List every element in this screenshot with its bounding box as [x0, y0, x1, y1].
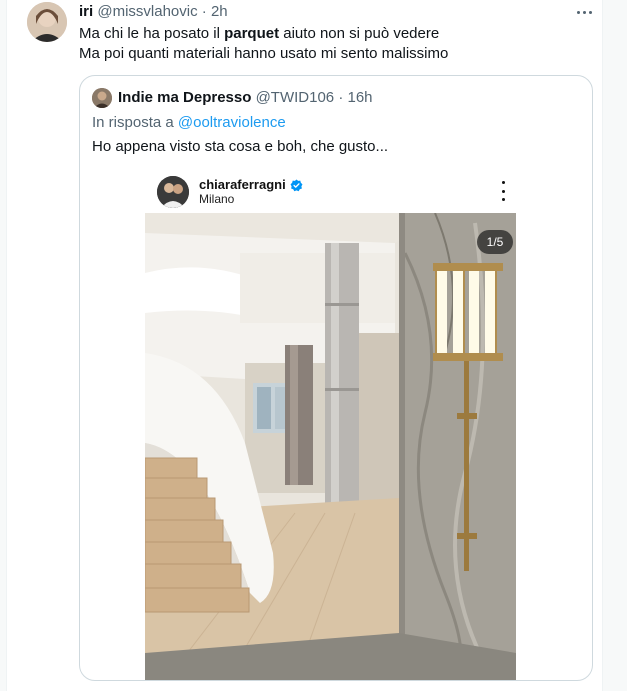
separator-dot: ·: [201, 3, 207, 20]
author-name[interactable]: iri: [79, 3, 93, 20]
instagram-location: Milano: [199, 192, 235, 206]
author-avatar[interactable]: [27, 2, 67, 42]
reply-context: In risposta a @ooltraviolence: [92, 114, 286, 131]
tweet-text-line1: Ma chi le ha posato il parquet aiuto non…: [79, 25, 440, 42]
more-horizontal-icon[interactable]: [573, 4, 595, 20]
interior-photo: [145, 213, 516, 680]
tweet-text: Ma chi le ha posato il parquet aiuto non…: [79, 24, 589, 64]
tweet-text-bold: parquet: [224, 25, 280, 42]
instagram-avatar: [157, 176, 189, 208]
tweet-text-line2: Ma poi quanti materiali hanno usato mi s…: [79, 45, 449, 62]
reply-handle-link[interactable]: @ooltraviolence: [178, 114, 286, 131]
quoted-media-image[interactable]: chiaraferragni Milano 1/5: [145, 173, 516, 680]
tweet-time[interactable]: 2h: [211, 3, 228, 20]
quoted-text: Ho appena visto sta cosa e boh, che gust…: [92, 138, 389, 155]
quoted-author-handle[interactable]: @TWID106: [256, 89, 335, 106]
verified-badge-icon: [290, 179, 303, 191]
tweet-header: iri @missvlahovic · 2h: [79, 2, 228, 22]
quoted-separator-dot: ·: [338, 89, 344, 106]
instagram-post-header: chiaraferragni Milano: [145, 173, 516, 213]
image-counter: 1/5: [477, 230, 513, 254]
author-handle[interactable]: @missvlahovic: [97, 3, 197, 20]
more-vertical-icon: [499, 181, 507, 201]
quoted-tweet[interactable]: Indie ma Depresso @TWID106 · 16h In risp…: [79, 75, 593, 681]
instagram-username: chiaraferragni: [199, 177, 303, 193]
tweet-card[interactable]: iri @missvlahovic · 2h Ma chi le ha posa…: [6, 0, 603, 691]
quoted-time[interactable]: 16h: [347, 89, 372, 106]
quoted-author-avatar[interactable]: [92, 88, 112, 108]
quoted-author-name[interactable]: Indie ma Depresso: [118, 89, 251, 106]
quoted-header: Indie ma Depresso @TWID106 · 16h: [118, 88, 373, 108]
